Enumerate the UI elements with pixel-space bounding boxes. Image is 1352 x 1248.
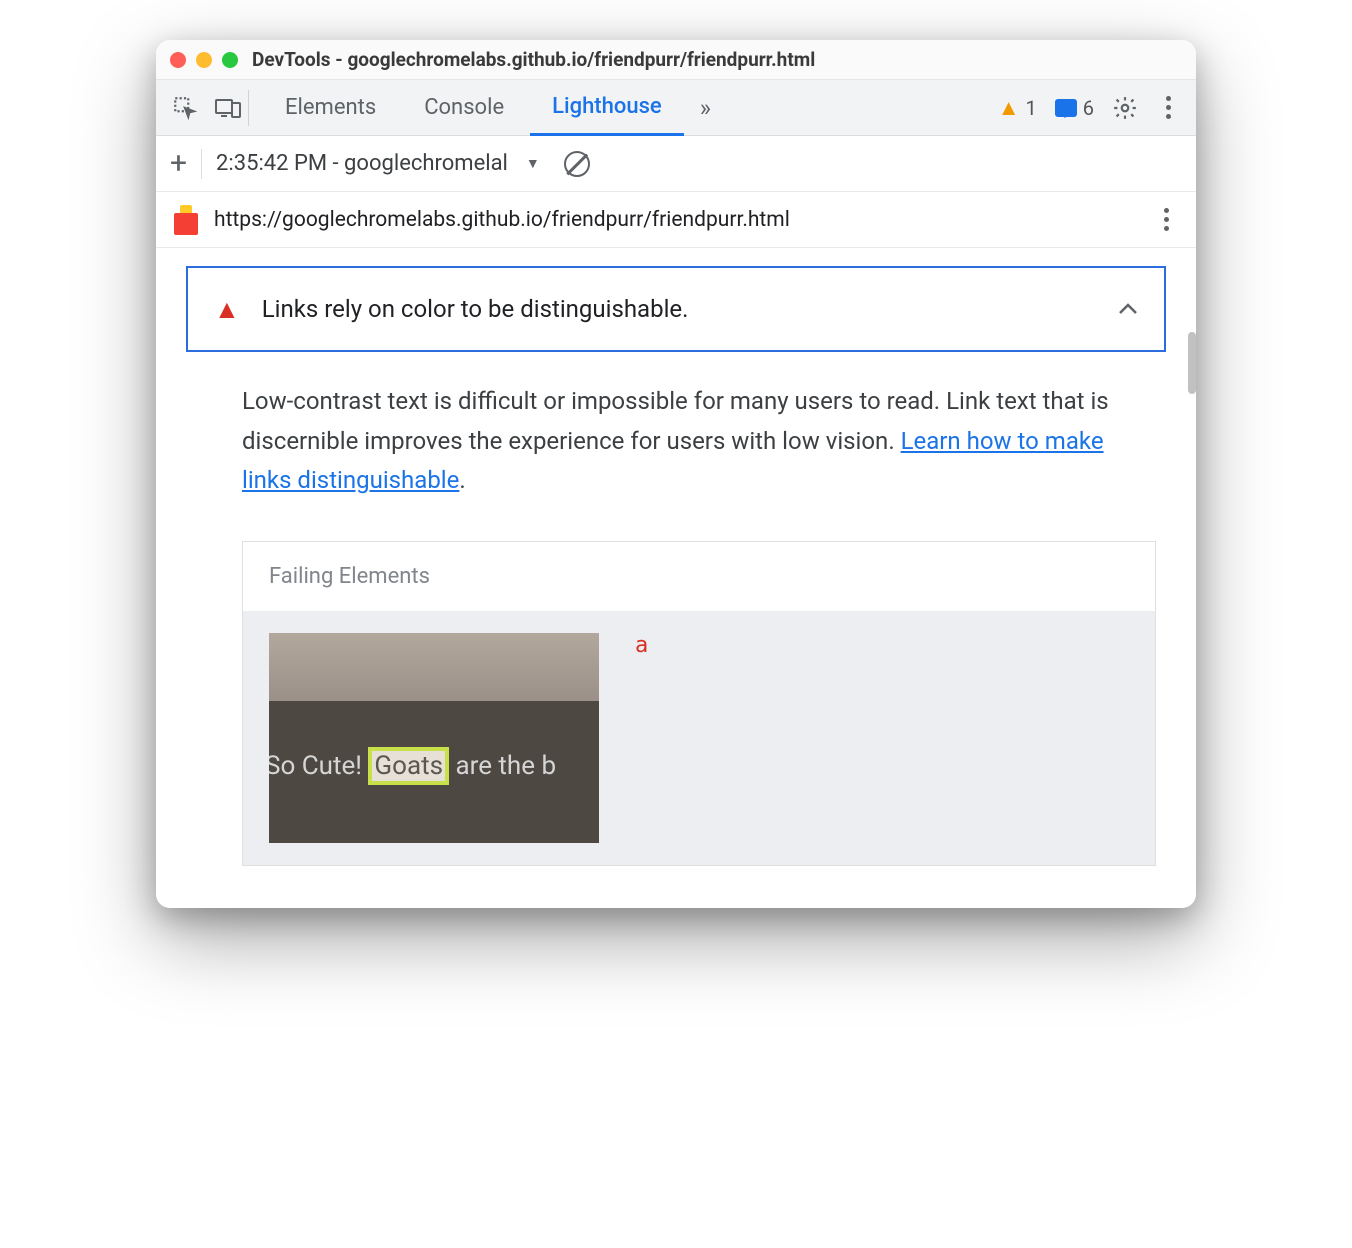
report-body: ▲ Links rely on color to be distinguisha… <box>156 248 1196 908</box>
tab-elements[interactable]: Elements <box>263 80 398 136</box>
tabbar-left-tools <box>166 90 249 126</box>
device-toggle-icon[interactable] <box>214 96 242 120</box>
devtools-tabbar: Elements Console Lighthouse » ▲ 1 6 <box>156 80 1196 136</box>
audit-title: Links rely on color to be distinguishabl… <box>262 295 1096 323</box>
report-url-row: https://googlechromelabs.github.io/frien… <box>156 192 1196 248</box>
lighthouse-toolbar: + 2:35:42 PM - googlechromelal ▼ <box>156 136 1196 192</box>
messages-indicator[interactable]: 6 <box>1055 96 1094 120</box>
highlighted-link-text: Goats <box>368 747 449 785</box>
report-selector-chevron-icon[interactable]: ▼ <box>526 155 540 172</box>
report-selector-label[interactable]: 2:35:42 PM - googlechromelal <box>216 151 508 176</box>
audit-description: Low-contrast text is difficult or imposs… <box>242 382 1156 501</box>
traffic-lights <box>170 52 238 68</box>
minimize-window-button[interactable] <box>196 52 212 68</box>
warning-triangle-icon: ▲ <box>998 95 1020 121</box>
settings-gear-icon[interactable] <box>1112 95 1138 121</box>
audit-fail-triangle-icon: ▲ <box>214 294 240 325</box>
failing-elements-table: Failing Elements So Cute! Goats are the … <box>242 541 1156 866</box>
zoom-window-button[interactable] <box>222 52 238 68</box>
tab-console[interactable]: Console <box>402 80 526 136</box>
audit-description-suffix: . <box>459 466 465 494</box>
collapse-chevron-up-icon[interactable] <box>1118 303 1138 315</box>
devtools-menu-button[interactable] <box>1156 96 1180 119</box>
close-window-button[interactable] <box>170 52 186 68</box>
thumb-preview-text: So Cute! Goats are the b <box>269 751 556 781</box>
report-url: https://googlechromelabs.github.io/frien… <box>214 208 1138 232</box>
new-report-button[interactable]: + <box>170 149 187 179</box>
report-menu-button[interactable] <box>1154 208 1178 231</box>
audit-header[interactable]: ▲ Links rely on color to be distinguisha… <box>186 266 1166 352</box>
toolbar-divider <box>201 149 202 179</box>
clear-report-icon[interactable] <box>564 151 590 177</box>
devtools-window: DevTools - googlechromelabs.github.io/fr… <box>156 40 1196 908</box>
warnings-count: 1 <box>1026 96 1037 120</box>
lighthouse-icon <box>174 205 198 235</box>
failing-elements-row: So Cute! Goats are the b a <box>243 611 1155 865</box>
window-title: DevTools - googlechromelabs.github.io/fr… <box>252 48 815 71</box>
messages-count: 6 <box>1083 96 1094 120</box>
element-tag-name[interactable]: a <box>635 633 648 658</box>
tab-lighthouse[interactable]: Lighthouse <box>530 80 684 136</box>
scrollbar-thumb[interactable] <box>1188 332 1196 394</box>
warnings-indicator[interactable]: ▲ 1 <box>998 95 1037 121</box>
message-icon <box>1055 99 1077 117</box>
element-screenshot-thumb[interactable]: So Cute! Goats are the b <box>269 633 599 843</box>
window-titlebar: DevTools - googlechromelabs.github.io/fr… <box>156 40 1196 80</box>
more-tabs-button[interactable]: » <box>688 94 723 122</box>
failing-elements-header: Failing Elements <box>243 542 1155 611</box>
inspect-element-icon[interactable] <box>172 95 198 121</box>
